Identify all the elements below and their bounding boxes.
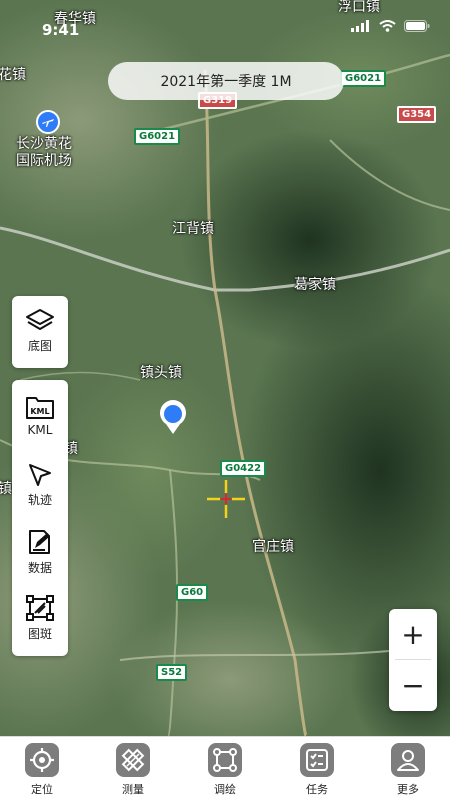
tab-tasks-label: 任务 <box>306 783 328 796</box>
road-shield-g6021: G6021 <box>134 128 181 145</box>
tools-panel: KML KML 轨迹 数据 图斑 <box>12 380 68 656</box>
imagery-season-label[interactable]: 2021年第一季度 1M <box>108 62 344 100</box>
tab-survey-draw-label: 调绘 <box>214 783 236 796</box>
tab-locate[interactable]: 定位 <box>2 743 82 797</box>
road-shield-g354: G354 <box>397 106 437 123</box>
svg-text:KML: KML <box>30 407 49 416</box>
tab-tasks[interactable]: 任务 <box>277 743 357 797</box>
wifi-icon <box>379 20 396 32</box>
patch-label: 图斑 <box>27 627 52 641</box>
tab-measure[interactable]: 测量 <box>93 743 173 797</box>
locate-icon <box>25 743 59 777</box>
airport-icon <box>36 110 60 134</box>
zoom-in-icon: + <box>401 617 425 651</box>
survey-draw-icon <box>208 743 242 777</box>
track-label: 轨迹 <box>27 493 52 507</box>
data-label: 数据 <box>27 561 52 575</box>
data-button[interactable]: 数据 <box>12 528 68 576</box>
tab-measure-label: 测量 <box>122 783 144 796</box>
user-more-icon <box>391 743 425 777</box>
track-button[interactable]: 轨迹 <box>12 462 68 508</box>
zoom-in-button[interactable]: + <box>389 609 437 659</box>
measure-icon <box>116 743 150 777</box>
zoom-out-button[interactable]: − <box>389 660 437 710</box>
road-shield-s52: S52 <box>156 664 188 681</box>
basemap-panel: 底图 <box>12 296 68 368</box>
place-label-hua: 花镇 <box>0 67 26 83</box>
app-root: 春华镇 浮口镇 花镇 长沙黄花 国际机场 江背镇 葛家镇 镇头镇 仙黄镇 官庄镇… <box>0 0 450 800</box>
task-list-icon <box>300 743 334 777</box>
tab-survey-draw[interactable]: 调绘 <box>185 743 265 797</box>
battery-icon <box>404 20 430 32</box>
place-label-airport: 长沙黄花 国际机场 <box>16 136 72 169</box>
zoom-out-icon: − <box>401 668 425 702</box>
tab-more-label: 更多 <box>397 783 419 796</box>
place-label-gejia: 葛家镇 <box>294 277 336 293</box>
road-shield-g6021: G6021 <box>340 70 387 87</box>
road-shield-g60: G60 <box>176 584 209 601</box>
layers-icon <box>26 309 54 330</box>
zoom-controls: + − <box>389 609 437 711</box>
edit-document-icon <box>29 530 50 554</box>
patch-button[interactable]: 图斑 <box>12 594 68 642</box>
place-label-jin: 镇 <box>0 481 12 497</box>
basemap-label: 底图 <box>27 339 52 353</box>
basemap-button[interactable]: 底图 <box>12 308 68 354</box>
tab-locate-label: 定位 <box>31 783 53 796</box>
place-label-zhentou: 镇头镇 <box>140 365 182 381</box>
center-crosshair-icon <box>205 478 247 520</box>
kml-button[interactable]: KML KML <box>12 394 68 437</box>
place-label-guanzhuang: 官庄镇 <box>252 539 294 555</box>
signal-icon <box>351 20 369 32</box>
current-location-marker[interactable] <box>158 400 188 434</box>
tab-more[interactable]: 更多 <box>368 743 448 797</box>
status-bar: 9:41 <box>0 0 450 40</box>
cursor-arrow-icon <box>29 464 51 486</box>
kml-label: KML <box>27 423 53 437</box>
status-icons <box>351 20 430 32</box>
polygon-icon <box>26 595 54 621</box>
place-label-jiangbei: 江背镇 <box>172 221 214 237</box>
kml-folder-icon: KML <box>26 397 54 419</box>
status-time: 9:41 <box>42 21 80 39</box>
bottom-tab-bar: 定位 测量 调绘 任务 更多 <box>0 736 450 800</box>
road-shield-g0422: G0422 <box>220 460 267 477</box>
